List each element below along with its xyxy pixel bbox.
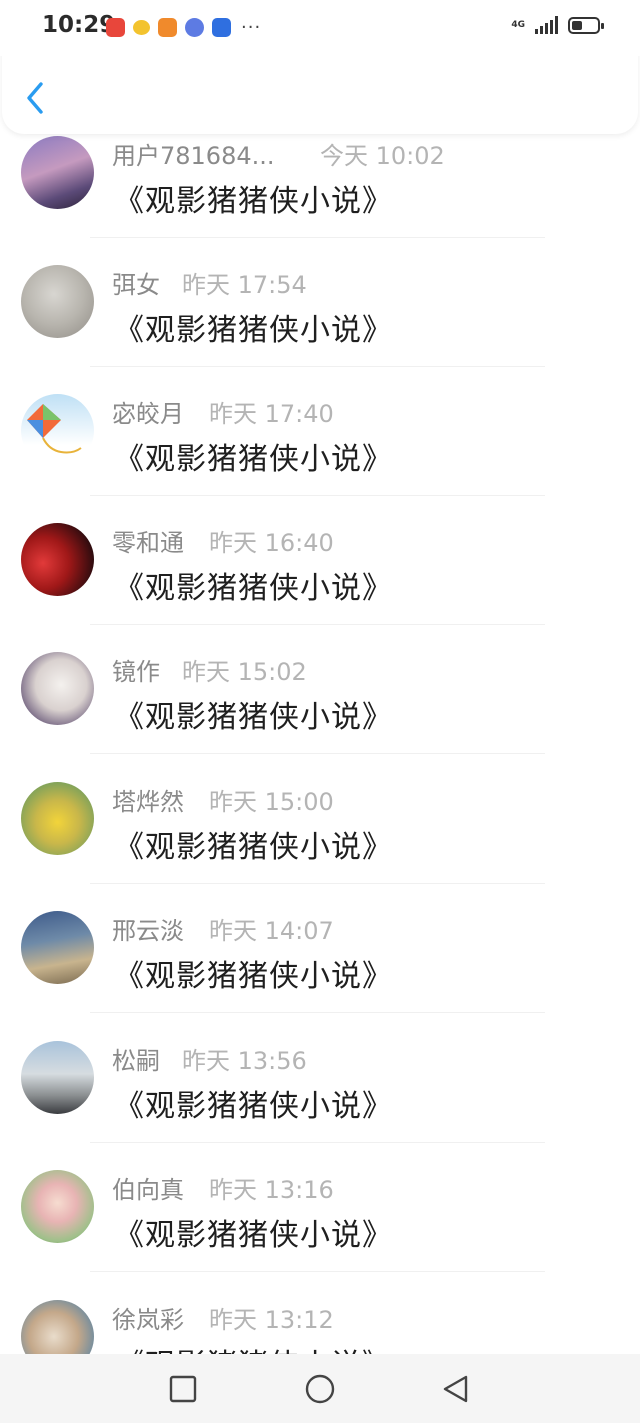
status-bar: 10:29 ··· 4G: [0, 0, 640, 56]
home-icon[interactable]: [304, 1373, 336, 1405]
message-row[interactable]: 零和通 昨天 16:40 《观影猪猪侠小说》: [0, 499, 640, 629]
message-row[interactable]: 邢云淡 昨天 14:07 《观影猪猪侠小说》: [0, 887, 640, 1017]
message-row[interactable]: 松嗣 昨天 13:56 《观影猪猪侠小说》: [0, 1017, 640, 1147]
message-time: 昨天 15:00: [209, 788, 334, 816]
sender-name: 邢云淡: [112, 917, 184, 945]
avatar: [21, 394, 94, 467]
huawei-app-icon: [106, 18, 125, 37]
sender-name: 松嗣: [112, 1047, 160, 1075]
bulb-icon: [212, 18, 231, 37]
divider: [90, 883, 545, 884]
notification-icons: ···: [106, 17, 261, 38]
message-text: 《观影猪猪侠小说》: [114, 700, 393, 735]
message-time: 昨天 13:12: [209, 1306, 334, 1334]
message-time: 昨天 16:40: [209, 529, 334, 557]
message-row[interactable]: 镜作 昨天 15:02 《观影猪猪侠小说》: [0, 628, 640, 758]
message-text: 《观影猪猪侠小说》: [114, 442, 393, 477]
sender-name: 徐岚彩: [112, 1306, 184, 1334]
chevron-left-icon[interactable]: [22, 80, 50, 116]
message-time: 昨天 17:40: [209, 400, 334, 428]
music-icon: [185, 18, 204, 37]
divider: [90, 1012, 545, 1013]
battery-icon: [568, 16, 604, 34]
back-triangle-icon[interactable]: [440, 1373, 472, 1405]
divider: [90, 624, 545, 625]
game-icon: [158, 18, 177, 37]
avatar: [21, 136, 94, 209]
message-row[interactable]: 宓皎月 昨天 17:40 《观影猪猪侠小说》: [0, 370, 640, 500]
message-row[interactable]: 伯向真 昨天 13:16 《观影猪猪侠小说》: [0, 1146, 640, 1276]
message-time: 昨天 13:56: [182, 1047, 307, 1075]
message-time: 昨天 13:16: [209, 1176, 334, 1204]
message-time: 今天 10:02: [320, 142, 445, 170]
avatar: [21, 782, 94, 855]
sender-name: 宓皎月: [112, 400, 184, 428]
message-text: 《观影猪猪侠小说》: [114, 571, 393, 606]
message-text: 《观影猪猪侠小说》: [114, 959, 393, 994]
recent-apps-icon[interactable]: [167, 1373, 199, 1405]
signal-icon: [535, 16, 558, 34]
divider: [90, 237, 545, 238]
message-time: 昨天 14:07: [209, 917, 334, 945]
avatar: [21, 911, 94, 984]
sender-name: 镜作: [112, 658, 160, 686]
more-notifications-icon: ···: [241, 17, 262, 38]
system-nav-bar: [0, 1354, 640, 1423]
avatar: [21, 652, 94, 725]
divider: [90, 1271, 545, 1272]
sender-name: 伯向真: [112, 1176, 184, 1204]
avatar: [21, 1170, 94, 1243]
wechat-icon: [133, 20, 150, 35]
divider: [90, 1142, 545, 1143]
message-text: 《观影猪猪侠小说》: [114, 1218, 393, 1253]
avatar: [21, 523, 94, 596]
message-row[interactable]: 弭女 昨天 17:54 《观影猪猪侠小说》: [0, 241, 640, 371]
sender-name: 塔烨然: [112, 788, 184, 816]
message-text: 《观影猪猪侠小说》: [114, 1089, 393, 1124]
avatar: [21, 1041, 94, 1114]
message-text: 《观影猪猪侠小说》: [114, 313, 393, 348]
message-text: 《观影猪猪侠小说》: [114, 184, 393, 219]
sender-name: 弭女: [112, 271, 160, 299]
message-time: 昨天 17:54: [182, 271, 307, 299]
sender-name: 零和通: [112, 529, 184, 557]
message-text: 《观影猪猪侠小说》: [114, 830, 393, 865]
network-label: 4G: [511, 19, 525, 30]
screen: 用户781684... 今天 10:02 《观影猪猪侠小说》 弭女 昨天 17:…: [0, 0, 640, 1423]
system-icons: 4G: [511, 16, 604, 34]
status-time: 10:29: [42, 12, 116, 38]
divider: [90, 753, 545, 754]
sender-name: 用户781684...: [112, 142, 275, 170]
divider: [90, 366, 545, 367]
message-row[interactable]: 塔烨然 昨天 15:00 《观影猪猪侠小说》: [0, 758, 640, 888]
divider: [90, 495, 545, 496]
message-time: 昨天 15:02: [182, 658, 307, 686]
kite-icon: [27, 404, 82, 454]
avatar: [21, 265, 94, 338]
